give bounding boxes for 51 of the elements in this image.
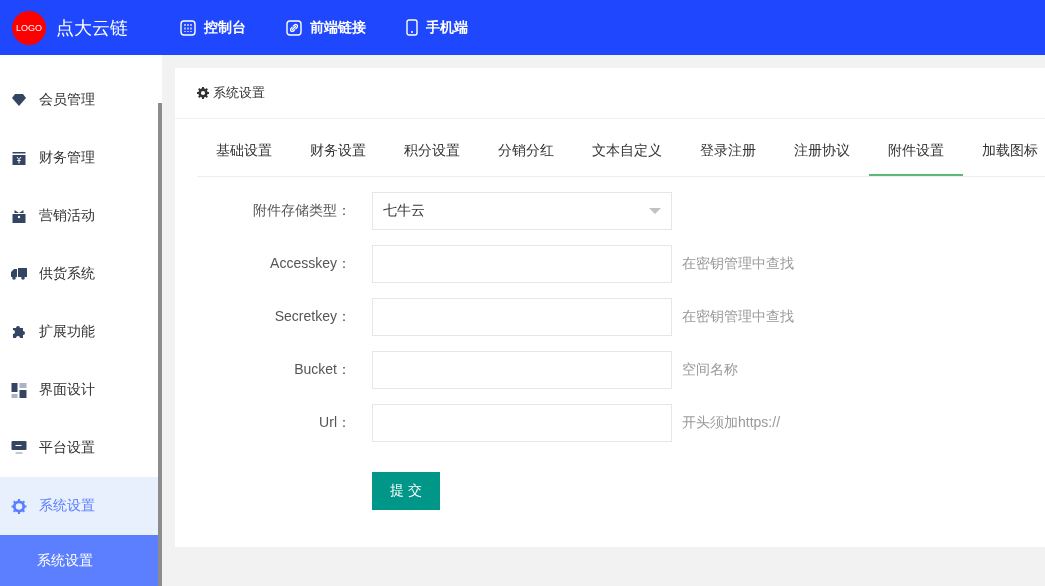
phone-icon (406, 19, 418, 36)
input-field[interactable] (372, 298, 672, 336)
sidebar-item[interactable]: 供货系统 (0, 245, 158, 303)
hint-text: 在密钥管理中查找 (682, 255, 794, 273)
hint-text: 在密钥管理中查找 (682, 308, 794, 326)
input-field[interactable] (372, 245, 672, 283)
tab[interactable]: 登录注册 (681, 127, 775, 176)
sidebar-item[interactable]: 财务管理 (0, 129, 158, 187)
caret-icon (649, 208, 661, 214)
sidebar-item[interactable]: 平台设置 (0, 419, 158, 477)
field-label: Secretkey： (273, 308, 352, 326)
sidebar-item[interactable]: 营销活动 (0, 187, 158, 245)
field-label: Accesskey： (269, 255, 352, 273)
tab[interactable]: 注册协议 (775, 127, 869, 176)
gift-icon (11, 209, 27, 223)
logo: LOGO (12, 10, 46, 45)
hint-text: 开头须加https:// (682, 414, 781, 432)
sidebar-item[interactable]: 扩展功能 (0, 303, 158, 361)
truck-icon (11, 268, 27, 280)
input-field[interactable] (372, 404, 672, 442)
yen-box-icon (11, 151, 27, 165)
field-label: 附件存储类型： (252, 202, 352, 220)
tab[interactable]: 财务设置 (291, 127, 385, 176)
nav-link[interactable]: 手机端 (406, 18, 468, 37)
select-field[interactable]: 七牛云 (372, 192, 672, 230)
link-icon (286, 19, 302, 36)
sidebar-subitem[interactable]: 系统设置 (0, 535, 158, 586)
tab[interactable]: 基础设置 (197, 127, 291, 176)
tab[interactable]: 加载图标 (963, 127, 1045, 176)
field-label: Url： (318, 414, 352, 432)
tab[interactable]: 积分设置 (385, 127, 479, 176)
field-label: Bucket： (293, 361, 352, 379)
puzzle-icon (11, 325, 27, 339)
panel-title: 系统设置 (213, 84, 265, 102)
sidebar-item[interactable]: 会员管理 (0, 71, 158, 129)
brand-name: 点大云链 (56, 16, 128, 40)
input-field[interactable] (372, 351, 672, 389)
scrollbar[interactable] (158, 103, 162, 586)
diamond-icon (11, 94, 27, 106)
hint-text: 空间名称 (682, 361, 738, 379)
tab[interactable]: 分销分红 (479, 127, 573, 176)
gear-icon (197, 87, 209, 99)
nav-link[interactable]: 控制台 (180, 18, 246, 37)
grid-icon (11, 382, 27, 398)
submit-button[interactable]: 提 交 (372, 472, 440, 510)
tab[interactable]: 文本自定义 (573, 127, 681, 176)
nav-link[interactable]: 前端链接 (286, 18, 366, 37)
sidebar-item[interactable]: 界面设计 (0, 361, 158, 419)
gear-icon (11, 498, 27, 514)
monitor-icon (11, 441, 27, 455)
tab[interactable]: 附件设置 (869, 127, 963, 176)
